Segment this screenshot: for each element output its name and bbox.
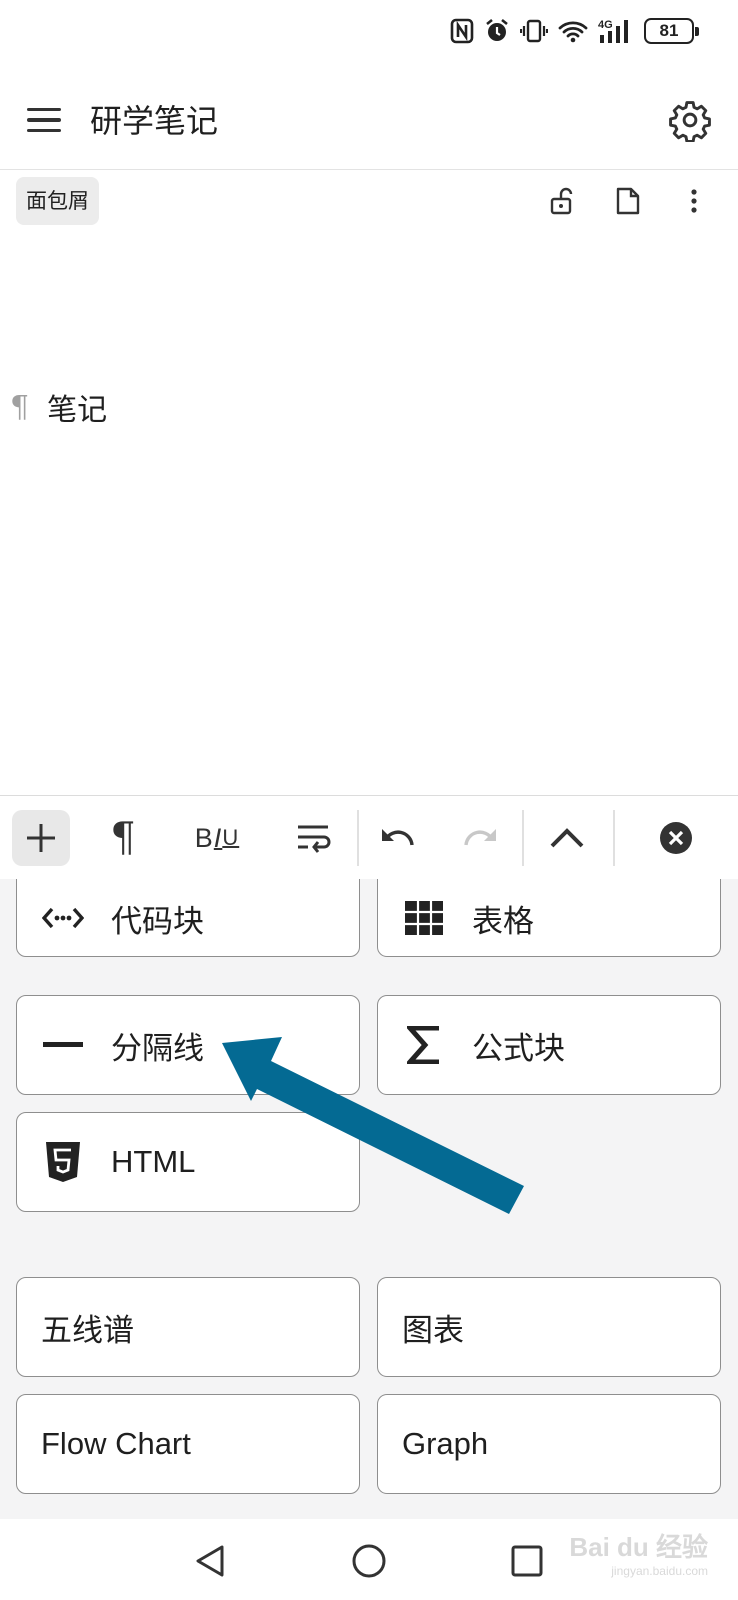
nfc-icon: [450, 18, 474, 44]
battery-indicator: 81: [644, 18, 699, 44]
watermark-sub: jingyan.baidu.com: [611, 1564, 708, 1578]
sigma-icon: [407, 1026, 439, 1064]
insert-button[interactable]: [12, 810, 70, 866]
status-bar: 4G 81: [0, 0, 738, 70]
diagram-label: Flow Chart: [41, 1426, 191, 1461]
settings-button[interactable]: [668, 98, 712, 143]
chevron-up-icon: [550, 828, 584, 848]
plus-icon: [27, 824, 55, 852]
block-card-divider[interactable]: 分隔线: [16, 995, 360, 1095]
html5-icon: [46, 1142, 80, 1182]
toolbar-divider: [613, 810, 615, 866]
undo-button[interactable]: [376, 810, 420, 866]
breadcrumb[interactable]: 面包屑: [16, 177, 99, 225]
block-label: 公式块: [472, 1030, 565, 1067]
battery-level: 81: [659, 21, 679, 40]
close-toolbar-button[interactable]: [654, 810, 698, 866]
block-card-html[interactable]: HTML: [16, 1112, 360, 1212]
block-label: 表格: [472, 903, 534, 940]
menu-icon-line: [27, 118, 61, 122]
wifi-icon: [558, 21, 588, 43]
block-card-code[interactable]: 代码块: [16, 879, 360, 957]
wrap-text-icon: [298, 825, 331, 853]
block-label: 分隔线: [111, 1030, 204, 1067]
undo-icon: [382, 829, 414, 846]
home-circle-icon: [352, 1544, 386, 1578]
paragraph-block[interactable]: ¶ 笔记: [10, 385, 107, 429]
block-label: 代码块: [111, 903, 204, 940]
page-title: 研学笔记: [90, 102, 219, 140]
more-options-button[interactable]: [676, 183, 712, 219]
wrap-text-button[interactable]: [292, 810, 336, 866]
system-nav-bar: Bai du 经验 jingyan.baidu.com: [0, 1519, 738, 1600]
paragraph-icon: ¶: [110, 815, 136, 861]
status-icons: 4G 81: [450, 18, 699, 44]
underline-glyph: U: [222, 825, 240, 850]
back-triangle-icon: [196, 1545, 224, 1577]
settings-icon: [669, 101, 711, 143]
paragraph-button[interactable]: ¶: [98, 810, 148, 866]
signal-4g-icon: 4G: [598, 19, 628, 43]
redo-button[interactable]: [458, 810, 502, 866]
menu-button[interactable]: [22, 98, 66, 142]
diagram-card-graph[interactable]: Graph: [377, 1394, 721, 1494]
diagram-card-staff[interactable]: 五线谱: [16, 1277, 360, 1377]
home-button[interactable]: [347, 1539, 391, 1583]
text-format-button[interactable]: BIU: [182, 810, 252, 866]
watermark-text: Bai du 经验: [569, 1532, 708, 1562]
format-toolbar: ¶ BIU: [0, 795, 738, 879]
italic-glyph: I: [213, 822, 223, 853]
block-card-formula[interactable]: 公式块: [377, 995, 721, 1095]
block-label: HTML: [111, 1144, 196, 1179]
recents-button[interactable]: [505, 1539, 549, 1583]
insert-panel: 代码块 表格 分隔线 公式块 HTML 五线谱 图表 Flow Chart Gr…: [0, 879, 738, 1519]
svg-text:4G: 4G: [598, 19, 613, 31]
redo-icon: [464, 829, 496, 846]
paragraph-text[interactable]: 笔记: [47, 385, 107, 429]
code-icon: [42, 907, 84, 929]
lock-toggle-button[interactable]: [544, 183, 580, 219]
diagram-card-chart[interactable]: 图表: [377, 1277, 721, 1377]
block-card-table[interactable]: 表格: [377, 879, 721, 957]
horizontal-rule-icon: [43, 1042, 83, 1047]
diagram-label: 五线谱: [41, 1312, 134, 1349]
watermark: Bai du 经验 jingyan.baidu.com: [569, 1527, 708, 1578]
menu-icon-line: [27, 107, 61, 112]
vibrate-icon: [520, 19, 548, 43]
breadcrumb-row: 面包屑: [0, 175, 738, 231]
menu-icon-line: [27, 128, 61, 133]
alarm-icon: [486, 18, 508, 41]
diagram-label: Graph: [402, 1426, 489, 1461]
table-icon: [405, 901, 443, 935]
bold-glyph: B: [194, 822, 214, 853]
editor-area[interactable]: ¶ 笔记: [0, 235, 738, 795]
document-tools: [544, 183, 712, 219]
file-icon: [616, 187, 640, 215]
more-vert-icon: [691, 189, 697, 213]
diagram-card-flowchart[interactable]: Flow Chart: [16, 1394, 360, 1494]
collapse-button[interactable]: [542, 810, 592, 866]
toolbar-divider: [357, 810, 359, 866]
app-bar: 研学笔记: [0, 70, 738, 170]
document-button[interactable]: [610, 183, 646, 219]
diagram-label: 图表: [402, 1312, 464, 1349]
unlock-icon: [550, 187, 573, 215]
back-button[interactable]: [188, 1539, 232, 1583]
recents-square-icon: [511, 1545, 543, 1577]
paragraph-mark: ¶: [10, 389, 30, 425]
close-circle-icon: [660, 822, 692, 854]
toolbar-divider: [522, 810, 524, 866]
